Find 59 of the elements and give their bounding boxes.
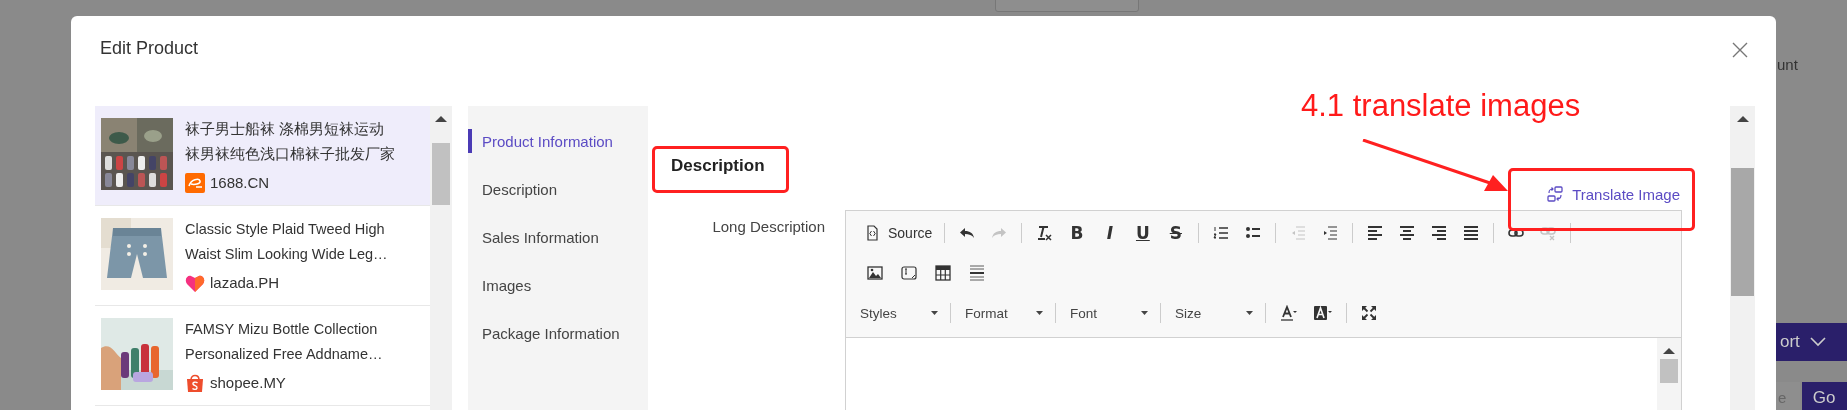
background-label: unt	[1777, 56, 1798, 73]
translate-icon	[1547, 186, 1564, 202]
product-list-item[interactable]: 袜子男士船袜 涤棉男短袜运动 袜男袜纯色浅口棉袜子批发厂家 1688.CN	[95, 106, 430, 206]
dropdown-select[interactable]: Styles	[852, 300, 944, 326]
product-title: Personalized Free Addname…	[185, 345, 383, 364]
source-icon	[864, 225, 880, 241]
section-tab[interactable]: Package Information	[468, 309, 648, 357]
chevron-icon	[1809, 337, 1826, 347]
numbered-list-icon[interactable]	[1213, 225, 1230, 241]
close-button[interactable]	[1732, 42, 1748, 58]
align-justify-icon[interactable]	[1463, 225, 1480, 241]
frame-icon[interactable]	[901, 265, 917, 281]
align-right-icon[interactable]	[1431, 225, 1448, 241]
toolbar-button[interactable]: Source	[860, 219, 937, 247]
clear-format-icon[interactable]	[1036, 225, 1053, 241]
go-button[interactable]: Go	[1802, 382, 1847, 410]
dialog-title: Edit Product	[100, 38, 199, 59]
marketplace-logo-icon	[185, 372, 205, 393]
product-title: Waist Slim Looking Wide Leg…	[185, 245, 388, 264]
section-tab[interactable]: Product Information	[468, 129, 648, 153]
toolbar-button[interactable]: S	[1161, 219, 1191, 247]
section-tab[interactable]: Sales Information	[468, 213, 648, 261]
product-title: 袜子男士船袜 涤棉男短袜运动	[185, 120, 386, 139]
section-tab[interactable]: Images	[468, 261, 648, 309]
scrollbar[interactable]	[1730, 106, 1755, 410]
background-color-icon[interactable]	[1314, 305, 1332, 321]
bulleted-list-icon[interactable]	[1245, 225, 1262, 241]
toolbar-button[interactable]: U	[1128, 219, 1158, 247]
align-left-icon[interactable]	[1367, 225, 1384, 241]
product-title: FAMSY Mizu Bottle Collection	[185, 320, 379, 339]
marketplace-logo-icon	[185, 172, 205, 193]
table-icon[interactable]	[935, 265, 951, 281]
product-title: 袜男袜纯色浅口棉袜子批发厂家	[185, 145, 395, 164]
text-color-icon[interactable]	[1280, 305, 1298, 321]
product-title: Classic Style Plaid Tweed High	[185, 220, 386, 239]
caret-icon	[1246, 311, 1253, 315]
maximize-icon[interactable]	[1361, 305, 1377, 321]
translate-image-link[interactable]: Translate Image	[1547, 184, 1680, 204]
caret-icon	[931, 311, 938, 315]
indent-icon[interactable]	[1322, 225, 1339, 241]
image-icon[interactable]	[867, 265, 883, 281]
field-label: Long Description	[711, 218, 826, 237]
dropdown-select[interactable]: Format	[957, 300, 1049, 326]
marketplace-name: 1688.CN	[210, 173, 270, 193]
toolbar-button[interactable]: B	[1062, 219, 1092, 247]
align-center-icon[interactable]	[1399, 225, 1416, 241]
marketplace-name: shopee.MY	[210, 373, 286, 393]
caret-icon	[1036, 311, 1043, 315]
scrollbar[interactable]	[430, 106, 452, 410]
section-tab[interactable]: Description	[468, 165, 648, 213]
dropdown-select[interactable]: Font	[1062, 300, 1154, 326]
caret-icon	[1141, 311, 1148, 315]
annotation-text: 4.1 translate images	[1301, 88, 1581, 124]
marketplace-name: lazada.PH	[210, 273, 280, 293]
toolbar-button[interactable]: I	[1095, 219, 1125, 247]
horizontal-rule-icon[interactable]	[969, 265, 985, 281]
section-title: Description	[671, 156, 765, 176]
scrollbar[interactable]	[1657, 338, 1681, 410]
dropdown-select[interactable]: Size	[1167, 300, 1259, 326]
